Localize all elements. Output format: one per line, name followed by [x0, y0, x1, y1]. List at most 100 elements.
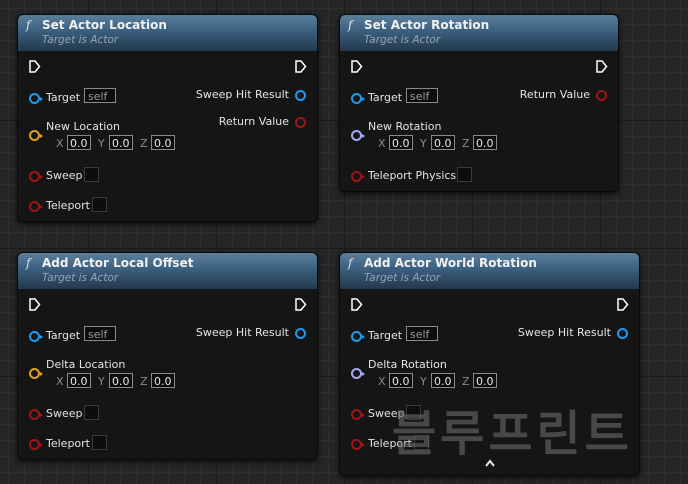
- x-value-field[interactable]: 0.0: [67, 373, 91, 388]
- sweep-hit-result-label: Sweep Hit Result: [195, 326, 289, 339]
- sweep-hit-result-label: Sweep Hit Result: [195, 88, 289, 101]
- target-label: Target: [368, 329, 403, 342]
- x-value-field[interactable]: 0.0: [389, 373, 413, 388]
- function-icon: f: [26, 256, 31, 270]
- y-axis-label: Y: [98, 137, 105, 150]
- exec-in-pin-icon[interactable]: [350, 60, 363, 73]
- teleport-physics-label: Teleport Physics: [368, 169, 457, 182]
- delta-location-label: Delta Location: [46, 358, 126, 371]
- z-axis-label: Z: [140, 375, 148, 388]
- sweep-checkbox[interactable]: [84, 405, 99, 420]
- function-icon: f: [348, 18, 353, 32]
- z-axis-label: Z: [462, 375, 470, 388]
- new-rotation-pin-icon[interactable]: [351, 130, 365, 141]
- teleport-physics-pin-icon[interactable]: [351, 171, 365, 182]
- x-axis-label: X: [56, 375, 64, 388]
- teleport-physics-checkbox[interactable]: [457, 167, 472, 182]
- exec-in-pin-icon[interactable]: [28, 60, 41, 73]
- sweep-hit-result-pin-icon[interactable]: [617, 328, 628, 339]
- collapse-caret-icon[interactable]: [484, 458, 496, 468]
- z-axis-label: Z: [462, 137, 470, 150]
- node-title: Add Actor Local Offset: [42, 256, 194, 270]
- teleport-label: Teleport: [46, 437, 90, 450]
- z-value-field[interactable]: 0.0: [151, 135, 175, 150]
- x-value-field[interactable]: 0.0: [389, 135, 413, 150]
- exec-out-pin-icon[interactable]: [294, 298, 307, 311]
- node-title: Set Actor Location: [42, 18, 167, 32]
- sweep-hit-result-pin-icon[interactable]: [295, 328, 306, 339]
- return-value-label: Return Value: [218, 115, 289, 128]
- return-value-pin-icon[interactable]: [596, 90, 607, 101]
- node-header[interactable]: f Add Actor Local Offset Target is Actor: [18, 253, 317, 289]
- exec-in-pin-icon[interactable]: [28, 298, 41, 311]
- y-axis-label: Y: [98, 375, 105, 388]
- y-value-field[interactable]: 0.0: [431, 135, 455, 150]
- sweep-checkbox[interactable]: [84, 167, 99, 182]
- node-header[interactable]: f Set Actor Rotation Target is Actor: [340, 15, 618, 51]
- node-set-actor-rotation[interactable]: f Set Actor Rotation Target is Actor Tar…: [339, 14, 619, 192]
- x-axis-label: X: [378, 137, 386, 150]
- x-value-field[interactable]: 0.0: [67, 135, 91, 150]
- y-axis-label: Y: [420, 137, 427, 150]
- target-self-field[interactable]: self: [84, 88, 116, 103]
- watermark-text: 블루프린트: [392, 406, 633, 462]
- node-subtitle: Target is Actor: [42, 272, 119, 284]
- target-self-field[interactable]: self: [406, 326, 438, 341]
- sweep-label: Sweep: [46, 169, 83, 182]
- target-pin-icon[interactable]: [29, 331, 43, 342]
- x-axis-label: X: [378, 375, 386, 388]
- sweep-pin-icon[interactable]: [351, 409, 365, 420]
- exec-out-pin-icon[interactable]: [595, 60, 608, 73]
- teleport-label: Teleport: [46, 199, 90, 212]
- teleport-checkbox[interactable]: [92, 197, 107, 212]
- teleport-pin-icon[interactable]: [351, 439, 365, 450]
- target-label: Target: [368, 91, 403, 104]
- node-subtitle: Target is Actor: [364, 34, 441, 46]
- sweep-label: Sweep: [46, 407, 83, 420]
- node-subtitle: Target is Actor: [364, 272, 441, 284]
- node-title: Add Actor World Rotation: [364, 256, 537, 270]
- teleport-pin-icon[interactable]: [29, 439, 43, 450]
- target-self-field[interactable]: self: [84, 326, 116, 341]
- z-value-field[interactable]: 0.0: [151, 373, 175, 388]
- z-value-field[interactable]: 0.0: [473, 135, 497, 150]
- sweep-pin-icon[interactable]: [29, 409, 43, 420]
- target-self-field[interactable]: self: [406, 88, 438, 103]
- teleport-pin-icon[interactable]: [29, 201, 43, 212]
- target-label: Target: [46, 91, 81, 104]
- teleport-checkbox[interactable]: [92, 435, 107, 450]
- y-value-field[interactable]: 0.0: [109, 373, 133, 388]
- z-axis-label: Z: [140, 137, 148, 150]
- target-pin-icon[interactable]: [351, 93, 365, 104]
- function-icon: f: [348, 256, 353, 270]
- sweep-hit-result-pin-icon[interactable]: [295, 90, 306, 101]
- return-value-label: Return Value: [519, 88, 590, 101]
- exec-in-pin-icon[interactable]: [350, 298, 363, 311]
- node-set-actor-location[interactable]: f Set Actor Location Target is Actor Tar…: [17, 14, 318, 222]
- node-title: Set Actor Rotation: [364, 18, 490, 32]
- exec-out-pin-icon[interactable]: [294, 60, 307, 73]
- sweep-pin-icon[interactable]: [29, 171, 43, 182]
- delta-rotation-label: Delta Rotation: [368, 358, 447, 371]
- new-location-label: New Location: [46, 120, 121, 133]
- node-header[interactable]: f Set Actor Location Target is Actor: [18, 15, 317, 51]
- return-value-pin-icon[interactable]: [295, 117, 306, 128]
- target-label: Target: [46, 329, 81, 342]
- sweep-hit-result-label: Sweep Hit Result: [517, 326, 611, 339]
- y-value-field[interactable]: 0.0: [431, 373, 455, 388]
- x-axis-label: X: [56, 137, 64, 150]
- new-location-pin-icon[interactable]: [29, 130, 43, 141]
- node-header[interactable]: f Add Actor World Rotation Target is Act…: [340, 253, 639, 289]
- node-subtitle: Target is Actor: [42, 34, 119, 46]
- function-icon: f: [26, 18, 31, 32]
- target-pin-icon[interactable]: [351, 331, 365, 342]
- target-pin-icon[interactable]: [29, 93, 43, 104]
- delta-location-pin-icon[interactable]: [29, 368, 43, 379]
- exec-out-pin-icon[interactable]: [616, 298, 629, 311]
- node-add-actor-local-offset[interactable]: f Add Actor Local Offset Target is Actor…: [17, 252, 318, 460]
- y-value-field[interactable]: 0.0: [109, 135, 133, 150]
- y-axis-label: Y: [420, 375, 427, 388]
- new-rotation-label: New Rotation: [368, 120, 442, 133]
- z-value-field[interactable]: 0.0: [473, 373, 497, 388]
- delta-rotation-pin-icon[interactable]: [351, 368, 365, 379]
